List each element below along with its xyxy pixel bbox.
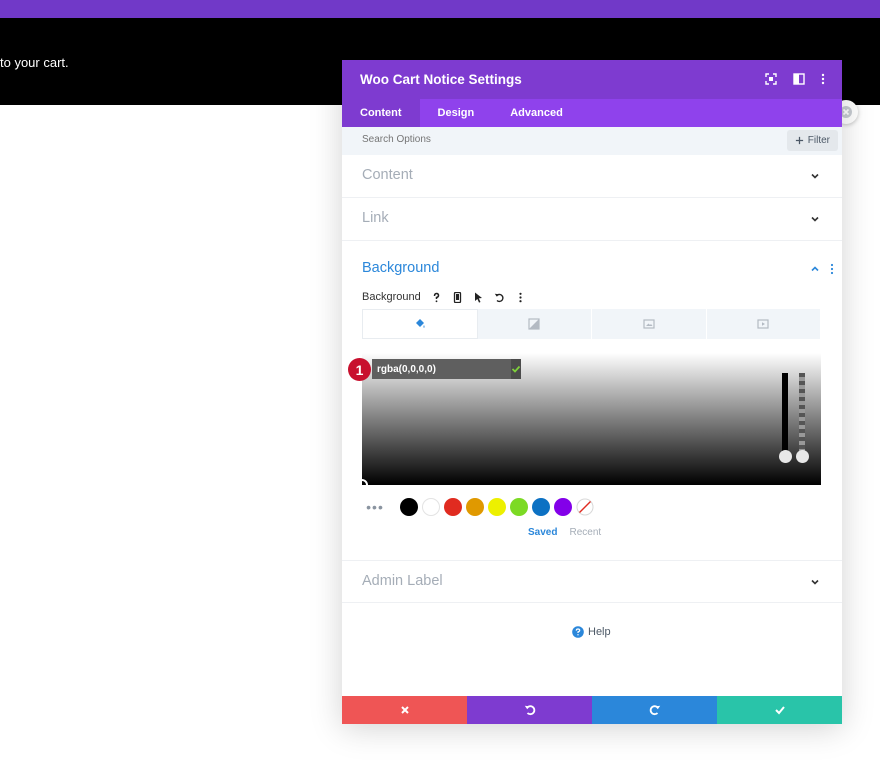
color-picker-handle[interactable]: [362, 479, 368, 485]
help-circle-icon: [572, 626, 584, 638]
modal-footer: [342, 696, 842, 724]
help-link[interactable]: Help: [572, 626, 611, 638]
redo-icon: [649, 705, 660, 716]
filter-button[interactable]: Filter: [786, 130, 838, 151]
help-label: Help: [588, 626, 611, 638]
hue-slider[interactable]: [782, 373, 788, 455]
plus-icon: [795, 136, 803, 145]
swatch-green[interactable]: [510, 498, 528, 516]
modal-title: Woo Cart Notice Settings: [360, 72, 522, 87]
mobile-device-icon[interactable]: [451, 290, 465, 304]
top-bar: [0, 0, 880, 18]
settings-modal: Woo Cart Notice Settings Content Design …: [342, 60, 842, 724]
swatch-white[interactable]: [422, 498, 440, 516]
fullscreen-icon[interactable]: [764, 72, 778, 86]
section-link-title: Link: [362, 210, 389, 226]
swatch-yellow[interactable]: [488, 498, 506, 516]
background-type-tabs: [362, 309, 821, 339]
color-value-box: [372, 359, 521, 379]
step-badge: 1: [348, 358, 371, 381]
reset-icon[interactable]: [493, 290, 507, 304]
bg-tab-gradient[interactable]: [477, 309, 592, 339]
palette-tabs: Saved Recent: [528, 527, 601, 538]
swatch-red[interactable]: [444, 498, 462, 516]
undo-icon: [524, 705, 535, 716]
section-link[interactable]: Link: [342, 198, 842, 241]
checkmark-icon: [511, 365, 521, 373]
search-row: Filter: [342, 127, 842, 155]
swatch-purple[interactable]: [554, 498, 572, 516]
paint-bucket-icon: [415, 319, 425, 328]
palette-tab-saved[interactable]: Saved: [528, 527, 557, 538]
clear-color-icon[interactable]: [576, 498, 594, 516]
background-option-header: Background: [362, 290, 528, 304]
search-input[interactable]: [362, 134, 662, 145]
background-option-label: Background: [362, 291, 421, 303]
bg-tab-color[interactable]: [362, 309, 478, 339]
tab-content[interactable]: Content: [342, 99, 420, 127]
swatch-black[interactable]: [400, 498, 418, 516]
chevron-down-icon: [811, 216, 819, 222]
swatch-blue[interactable]: [532, 498, 550, 516]
bg-tab-image[interactable]: [592, 309, 707, 339]
bg-tab-video[interactable]: [706, 309, 821, 339]
split-view-icon[interactable]: [792, 72, 806, 86]
undo-button[interactable]: [467, 696, 592, 724]
tab-design[interactable]: Design: [420, 99, 493, 127]
image-icon: [643, 319, 655, 329]
section-background-title[interactable]: Background: [362, 260, 439, 276]
opacity-slider[interactable]: [799, 373, 805, 455]
color-value-input[interactable]: [372, 359, 511, 379]
palette-tab-recent[interactable]: Recent: [569, 527, 601, 538]
cart-notice-text: to your cart.: [0, 55, 69, 70]
hover-cursor-icon[interactable]: [472, 290, 486, 304]
section-menu-icon[interactable]: [830, 263, 834, 275]
swatch-orange[interactable]: [466, 498, 484, 516]
color-swatches: •••: [362, 497, 594, 517]
chevron-down-icon: [811, 579, 819, 585]
cancel-button[interactable]: [342, 696, 467, 724]
section-content[interactable]: Content: [342, 155, 842, 198]
section-admin-label-title: Admin Label: [362, 573, 443, 589]
option-menu-icon[interactable]: [514, 290, 528, 304]
close-icon: [400, 706, 409, 714]
apply-color-button[interactable]: [511, 359, 521, 379]
chevron-up-icon[interactable]: [810, 264, 820, 274]
redo-button[interactable]: [592, 696, 717, 724]
more-options-icon[interactable]: [816, 72, 830, 86]
video-icon: [757, 319, 769, 329]
modal-tabs: Content Design Advanced: [342, 99, 842, 127]
filter-label: Filter: [807, 135, 830, 146]
opacity-slider-thumb[interactable]: [796, 450, 809, 463]
section-admin-label[interactable]: Admin Label: [342, 560, 842, 603]
modal-header: Woo Cart Notice Settings: [342, 60, 842, 99]
chevron-down-icon: [811, 173, 819, 179]
save-button[interactable]: [717, 696, 842, 724]
gradient-icon: [528, 318, 540, 330]
help-question-icon[interactable]: [430, 290, 444, 304]
section-content-title: Content: [362, 167, 413, 183]
checkmark-icon: [774, 706, 785, 715]
hue-slider-thumb[interactable]: [779, 450, 792, 463]
more-swatches-icon[interactable]: •••: [362, 499, 388, 515]
tab-advanced[interactable]: Advanced: [492, 99, 581, 127]
